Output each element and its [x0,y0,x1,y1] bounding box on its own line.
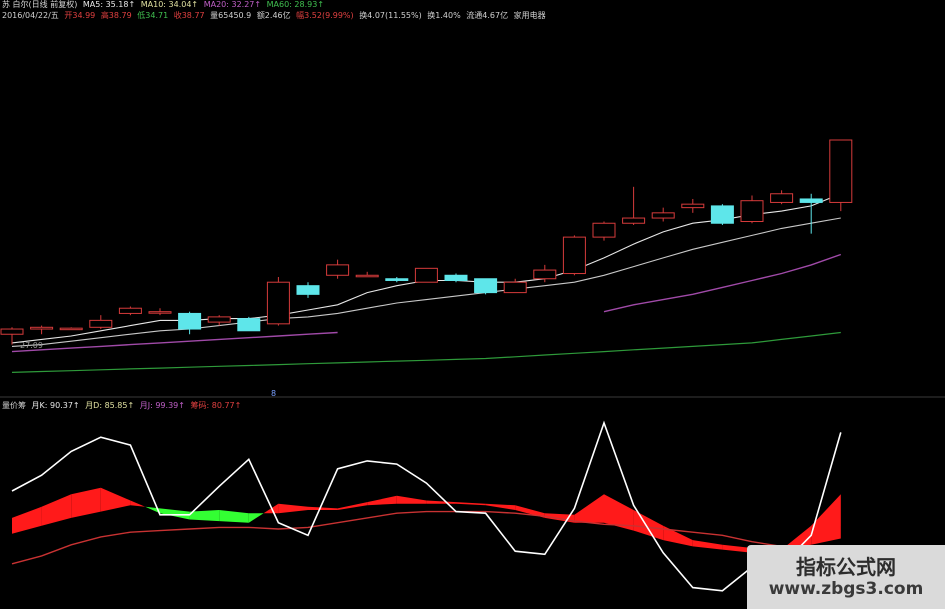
candle-body-up [266,281,290,325]
k-value-label: 月K: 90.37↑ [31,401,80,410]
header-line-2: 2016/04/22/五 开34.99 高38.79 低34.71 收38.77… [2,11,549,21]
ma20-line [603,253,842,313]
band-fill-positive [456,502,486,506]
divider-tag: 8 [271,389,277,398]
band-fill-positive [367,495,397,506]
candle-body-up [118,307,142,314]
ratio-label: 换1.40% [427,11,461,20]
j-value-label: 月J: 99.39↑ [139,401,185,410]
band-fill-negative [248,513,264,523]
kdj-d-line [11,510,841,565]
candle-body-down [385,278,409,281]
candle-body-up [562,236,586,275]
band-fill-positive [396,495,427,504]
band-fill-positive [130,500,146,507]
candle-body-up [533,269,557,280]
high-label: 高38.79 [100,11,132,20]
watermark-title: 指标公式网 [796,555,896,579]
low-price-label: 27.09 [20,341,43,350]
band-fill-negative [189,510,220,522]
candle-body-up [59,327,83,331]
band-fill-positive [692,540,723,550]
candle-body-up [829,139,853,203]
candle-body-down [237,318,261,332]
date-label: 2016/04/22/五 [2,11,59,20]
stock-chart-window: 苏 白尔(日线 前复权) MA5: 35.18↑ MA10: 34.04↑ MA… [0,0,945,609]
band-fill-negative [219,510,249,523]
band-fill-positive [41,494,72,526]
band-fill-negative [160,508,190,520]
watermark-logo: 指标公式网 www.zbgs3.com [747,545,945,609]
candle-body-up [355,274,379,278]
chart-canvas[interactable] [0,0,945,609]
amount-label: 额2.46亿 [256,11,291,20]
d-value-label: 月D: 85.85↑ [85,401,135,410]
band-fill-positive [308,506,338,510]
ma5-label: MA5: 35.18↑ [82,0,136,9]
band-fill-positive [426,500,456,504]
band-fill-positive [485,503,516,510]
volume-label: 量65450.9 [210,11,252,20]
candle-body-down [178,312,202,330]
band-fill-positive [12,506,42,534]
candle-body-up [651,212,675,219]
candle-body-up [770,193,794,203]
kdj-j-line [11,420,842,592]
candle-body-up [622,217,646,224]
watermark-url: www.zbgs3.com [768,579,924,599]
candle-body-up [326,264,350,276]
candle-body-up [89,319,113,328]
band-fill-positive [71,487,101,518]
extra-value-label: 筹码: 80.77↑ [190,401,242,410]
candle-body-up [503,281,527,294]
ma60-label: MA60: 28.93↑ [266,0,325,9]
indicator-name: 量价筹 [2,401,26,410]
candle-body-down [296,285,320,295]
turnover-label: 换4.07(11.55%) [359,11,422,20]
ma10-label: MA10: 34.04↑ [140,0,199,9]
band-fill-positive [100,487,131,512]
candle-body-down [474,278,498,294]
sector-label: 家用电器 [513,11,546,20]
close-label: 收38.77 [173,11,205,20]
ma20-label: MA20: 32.27↑ [203,0,262,9]
candle-body-up [30,326,54,330]
ma60-line [11,331,841,373]
candle-body-down [710,205,734,224]
indicator-header: 量价筹 月K: 90.37↑ 月D: 85.85↑ 月J: 99.39↑ 筹码:… [2,401,244,411]
band-fill-positive [633,510,664,541]
band-fill-positive [278,503,308,514]
stock-title: 苏 白尔(日线 前复权) [2,0,78,9]
open-label: 开34.99 [64,11,96,20]
band-fill-positive [337,502,368,510]
candle-body-up [681,203,705,209]
candle-body-down [799,198,823,203]
candle-body-up [207,316,231,323]
candle-body-up [0,328,24,335]
candle-body-up [592,222,616,238]
header-line-1: 苏 白尔(日线 前复权) MA5: 35.18↑ MA10: 34.04↑ MA… [2,0,327,10]
change-label: 幅3.52(9.99%) [296,11,354,20]
candle-body-up [148,311,172,314]
band-fill-positive [574,494,604,523]
candle-body-up [740,200,764,223]
float-label: 流通4.67亿 [466,11,509,20]
candle-body-down [444,274,468,281]
low-label: 低34.71 [137,11,169,20]
candle-body-up [414,267,438,283]
